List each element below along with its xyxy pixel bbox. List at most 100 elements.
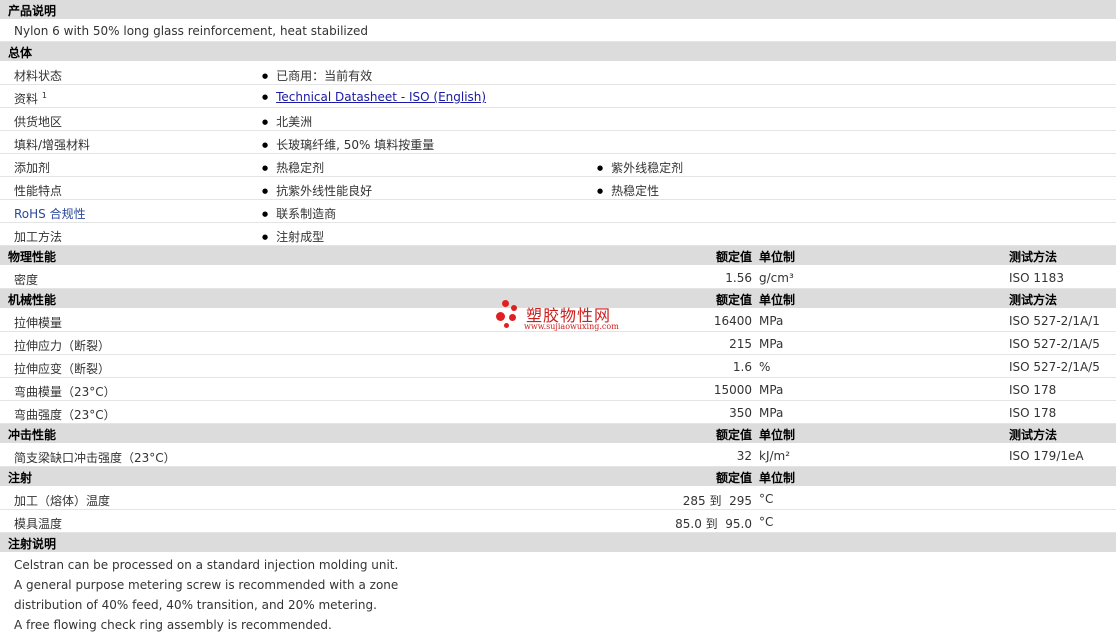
row-unit: MPa [759,314,784,328]
section-title: 机械性能 [8,293,57,307]
row-value: 热稳定剂 [262,159,324,176]
watermark-logo: 塑胶物性网 www.sujiaowuxing.com [494,298,634,338]
column-unit: 单位制 [759,428,796,442]
row-method: ISO 1183 [1009,271,1064,285]
general-row: 资料 1 ● Technical Datasheet - ISO (English… [0,85,1116,108]
row-label: 加工方法 [14,230,63,244]
column-method: 测试方法 [1009,293,1058,307]
row-label: 弯曲模量（23°C） [14,385,116,399]
section-title: 物理性能 [8,250,57,264]
row-label: 资料 1 [14,91,47,106]
row-method: ISO 178 [1009,406,1057,420]
row-value: 32 [736,449,752,463]
column-rated: 额定值 [715,250,752,264]
row-unit: MPa [759,406,784,420]
row-value: 联系制造商 [262,205,336,222]
product-description: Nylon 6 with 50% long glass reinforcemen… [14,24,369,38]
row-value: 紫外线稳定剂 [597,159,683,176]
note-line: A general purpose metering screw is reco… [14,578,399,592]
column-unit: 单位制 [759,293,796,307]
row-method: ISO 178 [1009,383,1057,397]
note-line: distribution of 40% feed, 40% transition… [14,598,377,612]
row-label: 填料/增强材料 [14,138,91,152]
section-title: 注射 [8,471,33,485]
note-line: Celstran can be processed on a standard … [14,558,399,572]
row-value: 350 [729,406,752,420]
general-row: 添加剂 热稳定剂 紫外线稳定剂 [0,154,1116,177]
column-unit: 单位制 [759,250,796,264]
watermark-url: www.sujiaowuxing.com [524,322,619,331]
section-notes-header: 注射说明 [0,533,1116,553]
section-product-header: 产品说明 [0,0,1116,20]
row-label: 拉伸应变（断裂） [14,362,111,376]
row-value: 热稳定性 [597,182,659,199]
row-method: ISO 527-2/1A/1 [1009,314,1100,328]
row-unit: % [759,360,771,374]
section-title: 注射说明 [8,537,57,551]
row-unit: g/cm³ [759,271,794,285]
row-value: 注射成型 [262,228,324,245]
column-rated: 额定值 [715,293,752,307]
row-value: 85.0 到 95.0 [675,517,752,531]
section-general-header: 总体 [0,42,1116,62]
row-value: 北美洲 [262,113,312,130]
row-unit: kJ/m² [759,449,791,463]
column-method: 测试方法 [1009,250,1058,264]
row-value: 215 [729,337,752,351]
column-rated: 额定值 [715,428,752,442]
row-value: 已商用：当前有效 [262,67,372,84]
property-row: 简支梁缺口冲击强度（23°C） 32 kJ/m² ISO 179/1eA [0,444,1116,467]
datasheet-link-item: ● Technical Datasheet - ISO (English) [262,90,487,104]
row-method: ISO 179/1eA [1009,449,1084,463]
row-value: 16400 [713,314,752,328]
notes-block: Celstran can be processed on a standard … [0,553,1116,634]
general-row: 性能特点 抗紫外线性能良好 热稳定性 [0,177,1116,200]
row-label: RoHS 合规性 [14,207,86,221]
row-label: 供货地区 [14,115,63,129]
row-value: 285 到 295 [682,494,752,508]
row-label: 弯曲强度（23°C） [14,408,116,422]
column-method: 测试方法 [1009,428,1058,442]
property-row: 密度 1.56 g/cm³ ISO 1183 [0,266,1116,289]
column-unit: 单位制 [759,471,796,485]
row-value: 抗紫外线性能良好 [262,182,372,199]
row-method: ISO 527-2/1A/5 [1009,337,1100,351]
row-value: 长玻璃纤维, 50% 填料按重量 [262,136,434,153]
row-label: 拉伸应力（断裂） [14,339,111,353]
property-row: 加工（熔体）温度 285 到 295 °C [0,487,1116,510]
general-row: RoHS 合规性 联系制造商 [0,200,1116,223]
property-row: 弯曲强度（23°C） 350 MPa ISO 178 [0,401,1116,424]
row-label: 模具温度 [14,517,63,531]
section-impact-header: 冲击性能 额定值 单位制 测试方法 [0,424,1116,444]
row-unit: MPa [759,337,784,351]
row-unit: °C [759,492,774,506]
row-label: 简支梁缺口冲击强度（23°C） [14,451,176,465]
product-description-row: Nylon 6 with 50% long glass reinforcemen… [0,20,1116,42]
column-rated: 额定值 [715,471,752,485]
row-label: 密度 [14,273,39,287]
general-row: 填料/增强材料 长玻璃纤维, 50% 填料按重量 [0,131,1116,154]
property-row: 弯曲模量（23°C） 15000 MPa ISO 178 [0,378,1116,401]
row-unit: °C [759,515,774,529]
general-row: 加工方法 注射成型 [0,223,1116,246]
section-physical-header: 物理性能 额定值 单位制 测试方法 [0,246,1116,266]
row-label: 材料状态 [14,69,63,83]
row-method: ISO 527-2/1A/5 [1009,360,1100,374]
section-injection-header: 注射 额定值 单位制 [0,467,1116,487]
row-unit: MPa [759,383,784,397]
row-value: 15000 [713,383,752,397]
technical-datasheet-link[interactable]: Technical Datasheet - ISO (English) [276,90,486,104]
row-label: 性能特点 [14,184,63,198]
row-label: 拉伸模量 [14,316,63,330]
general-row: 材料状态 已商用：当前有效 [0,62,1116,85]
section-title: 产品说明 [8,4,57,18]
row-value: 1.6 [732,360,752,374]
property-row: 模具温度 85.0 到 95.0 °C [0,510,1116,533]
general-row: 供货地区 北美洲 [0,108,1116,131]
property-row: 拉伸应变（断裂） 1.6 % ISO 527-2/1A/5 [0,355,1116,378]
section-title: 总体 [8,46,33,60]
row-label: 添加剂 [14,161,51,175]
row-value: 1.56 [725,271,752,285]
note-line: A free flowing check ring assembly is re… [14,618,332,632]
section-title: 冲击性能 [8,428,57,442]
